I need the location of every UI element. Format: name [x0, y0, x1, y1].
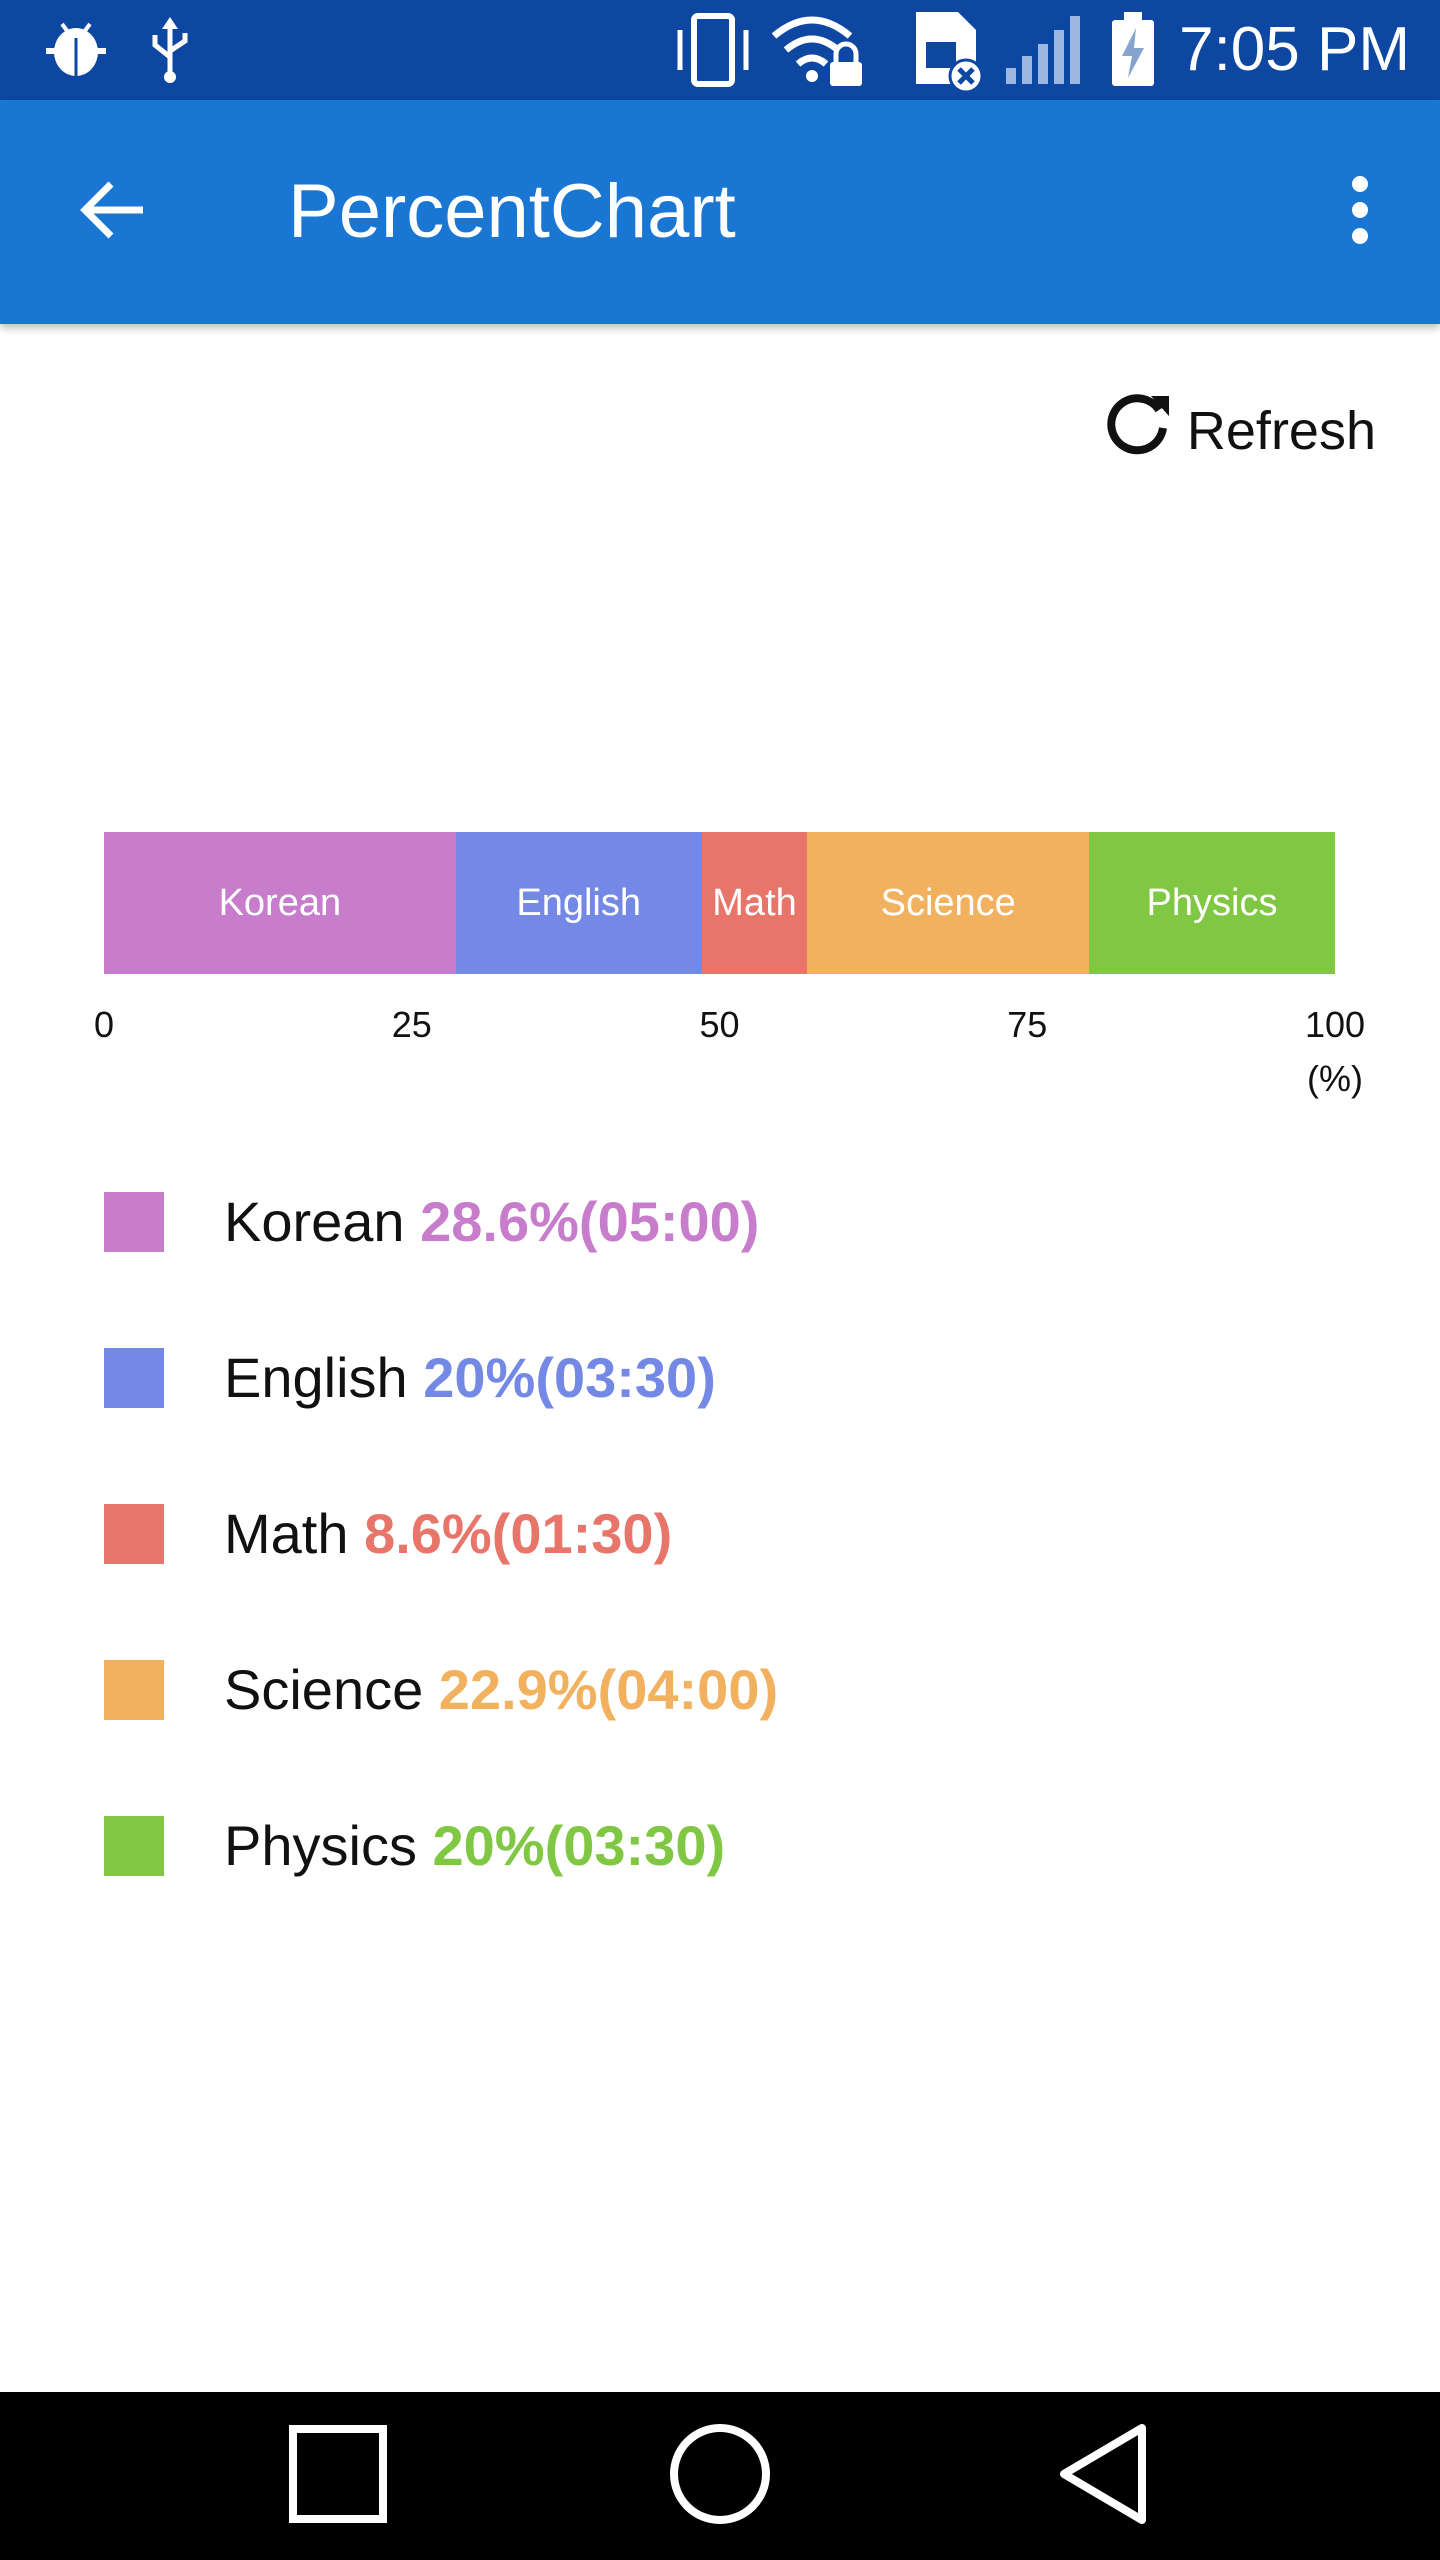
legend-item-math: Math 8.6%(01:30): [104, 1477, 1304, 1633]
stacked-percent-bar: Korean English Math Science Physics: [104, 832, 1335, 974]
legend-text: Physics 20%(03:30): [224, 1789, 725, 1903]
legend-value: 20%(03:30): [423, 1346, 716, 1409]
bar-segment-label: English: [516, 881, 641, 924]
legend-value: 8.6%(01:30): [364, 1502, 673, 1565]
battery-charging-icon: [1108, 0, 1158, 100]
legend-name: Math: [224, 1502, 365, 1565]
x-tick-label: 50: [699, 1004, 740, 1045]
legend-name: Science: [224, 1658, 439, 1721]
home-button[interactable]: [660, 2416, 780, 2536]
x-tick-label: 25: [391, 1004, 432, 1045]
legend-item-science: Science 22.9%(04:00): [104, 1633, 1304, 1789]
wifi-lock-icon: [770, 0, 866, 100]
bar-segment-label: Physics: [1146, 881, 1278, 924]
legend: Korean 28.6%(05:00) English 20%(03:30) Mat…: [104, 1165, 1304, 1945]
legend-swatch: [104, 1504, 164, 1564]
vibrate-icon: [670, 0, 756, 100]
back-triangle-icon: [1056, 2422, 1152, 2531]
android-debug-icon: [40, 0, 112, 100]
recents-button[interactable]: [278, 2416, 398, 2536]
legend-swatch: [104, 1816, 164, 1876]
recents-square-icon: [288, 2424, 388, 2529]
bar-segment-english: English: [455, 832, 702, 974]
legend-swatch: [104, 1660, 164, 1720]
signal-icon: [1004, 0, 1084, 100]
refresh-label: Refresh: [1186, 401, 1376, 461]
x-tick-label: 0: [93, 1004, 115, 1045]
x-tick-label: 100: [1304, 1004, 1366, 1045]
legend-text: Math 8.6%(01:30): [224, 1477, 672, 1591]
legend-name: Korean: [224, 1190, 421, 1253]
navigation-bar: [0, 2392, 1440, 2560]
legend-swatch: [104, 1348, 164, 1408]
legend-value: 28.6%(05:00): [420, 1190, 760, 1253]
x-axis-unit: (%): [1307, 1058, 1363, 1099]
overflow-menu-button[interactable]: [1310, 162, 1410, 262]
bar-segment-korean: Korean: [104, 832, 456, 974]
legend-item-physics: Physics 20%(03:30): [104, 1789, 1304, 1945]
legend-item-english: English 20%(03:30): [104, 1321, 1304, 1477]
bar-segment-physics: Physics: [1089, 832, 1335, 974]
more-vert-icon: [1350, 175, 1370, 249]
back-button[interactable]: [58, 160, 168, 264]
legend-value: 20%(03:30): [432, 1814, 726, 1877]
legend-name: Physics: [224, 1814, 433, 1877]
refresh-button[interactable]: Refresh: [1103, 393, 1376, 466]
legend-text: Science 22.9%(04:00): [224, 1633, 778, 1747]
bar-segment-label: Korean: [218, 881, 342, 924]
bar-segment-science: Science: [807, 832, 1090, 974]
status-bar: 7:05 PM: [0, 0, 1440, 100]
legend-item-korean: Korean 28.6%(05:00): [104, 1165, 1304, 1321]
legend-swatch: [104, 1192, 164, 1252]
bar-segment-label: Science: [880, 881, 1016, 924]
bar-segment-math: Math: [701, 832, 808, 974]
legend-text: Korean 28.6%(05:00): [224, 1165, 759, 1279]
legend-text: English 20%(03:30): [224, 1321, 716, 1435]
refresh-icon: [1103, 390, 1173, 473]
home-circle-icon: [668, 2422, 772, 2531]
legend-name: English: [224, 1346, 424, 1409]
sim-error-icon: [910, 0, 990, 100]
legend-value: 22.9%(04:00): [438, 1658, 779, 1721]
usb-icon: [145, 0, 195, 100]
arrow-back-icon: [79, 180, 147, 245]
app-bar: PercentChart: [0, 100, 1440, 324]
system-back-button[interactable]: [1044, 2416, 1164, 2536]
x-tick-label: 75: [1007, 1004, 1048, 1045]
page-title: PercentChart: [288, 169, 736, 254]
bar-segment-label: Math: [712, 881, 797, 924]
status-time: 7:05 PM: [1179, 15, 1410, 84]
